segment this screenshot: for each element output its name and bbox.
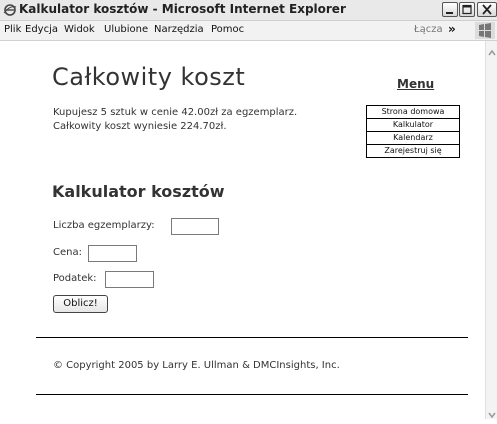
menu-tools[interactable]: Narzędzia	[154, 24, 204, 35]
browser-window: Kalkulator kosztów - Microsoft Internet …	[0, 0, 497, 419]
title-bar: Kalkulator kosztów - Microsoft Internet …	[0, 0, 497, 21]
divider-bottom	[36, 394, 468, 395]
menu-view[interactable]: Widok	[64, 24, 95, 35]
maximize-button[interactable]	[459, 2, 475, 17]
result-line-total: Całkowity koszt wyniesie 224.70zł.	[53, 121, 227, 132]
price-input[interactable]	[88, 245, 137, 262]
window-title: Kalkulator kosztów - Microsoft Internet …	[19, 2, 346, 16]
calculator-title: Kalkulator kosztów	[52, 182, 225, 201]
nav-item-calendar[interactable]: Kalendarz	[367, 132, 459, 145]
divider-top	[36, 337, 468, 338]
menu-bar: Plik Edycja Widok Ulubione Narzędzia Pom…	[0, 21, 497, 41]
scroll-up-arrow-icon[interactable]	[487, 43, 497, 56]
tax-label: Podatek:	[53, 273, 97, 284]
tax-input[interactable]	[105, 271, 154, 288]
copyright-text: © Copyright 2005 by Larry E. Ullman & DM…	[53, 360, 340, 371]
vertical-scrollbar[interactable]	[485, 41, 497, 419]
minimize-button[interactable]	[442, 2, 458, 17]
result-line-quantity: Kupujesz 5 sztuk w cenie 42.00zł za egze…	[53, 107, 298, 118]
close-button[interactable]	[477, 2, 497, 17]
ie-logo-icon	[3, 2, 17, 16]
nav-item-home[interactable]: Strona domowa	[367, 106, 459, 119]
price-label: Cena:	[53, 247, 82, 258]
windows-logo-icon	[475, 22, 495, 39]
links-chevron-icon[interactable]: »	[448, 22, 456, 36]
calculate-button[interactable]: Oblicz!	[53, 295, 108, 313]
nav-heading: Menu	[397, 77, 435, 91]
result-text: Kupujesz 5 sztuk w cenie 42.00zł za egze…	[53, 106, 297, 134]
menu-help[interactable]: Pomoc	[211, 24, 244, 35]
page-title: Całkowity koszt	[52, 63, 246, 91]
menu-file[interactable]: Plik	[4, 24, 21, 35]
nav-item-calculator[interactable]: Kalkulator	[367, 119, 459, 132]
nav-item-register[interactable]: Zarejestruj się	[367, 145, 459, 157]
page-content: Całkowity koszt Kupujesz 5 sztuk w cenie…	[0, 41, 485, 419]
nav-menu: Strona domowa Kalkulator Kalendarz Zarej…	[366, 105, 460, 158]
menu-edit[interactable]: Edycja	[25, 24, 58, 35]
menu-favorites[interactable]: Ulubione	[104, 24, 148, 35]
scroll-down-arrow-icon[interactable]	[487, 405, 497, 419]
quantity-label: Liczba egzemplarzy:	[53, 220, 155, 231]
quantity-input[interactable]	[171, 218, 219, 235]
links-label[interactable]: Łącza	[414, 24, 443, 35]
